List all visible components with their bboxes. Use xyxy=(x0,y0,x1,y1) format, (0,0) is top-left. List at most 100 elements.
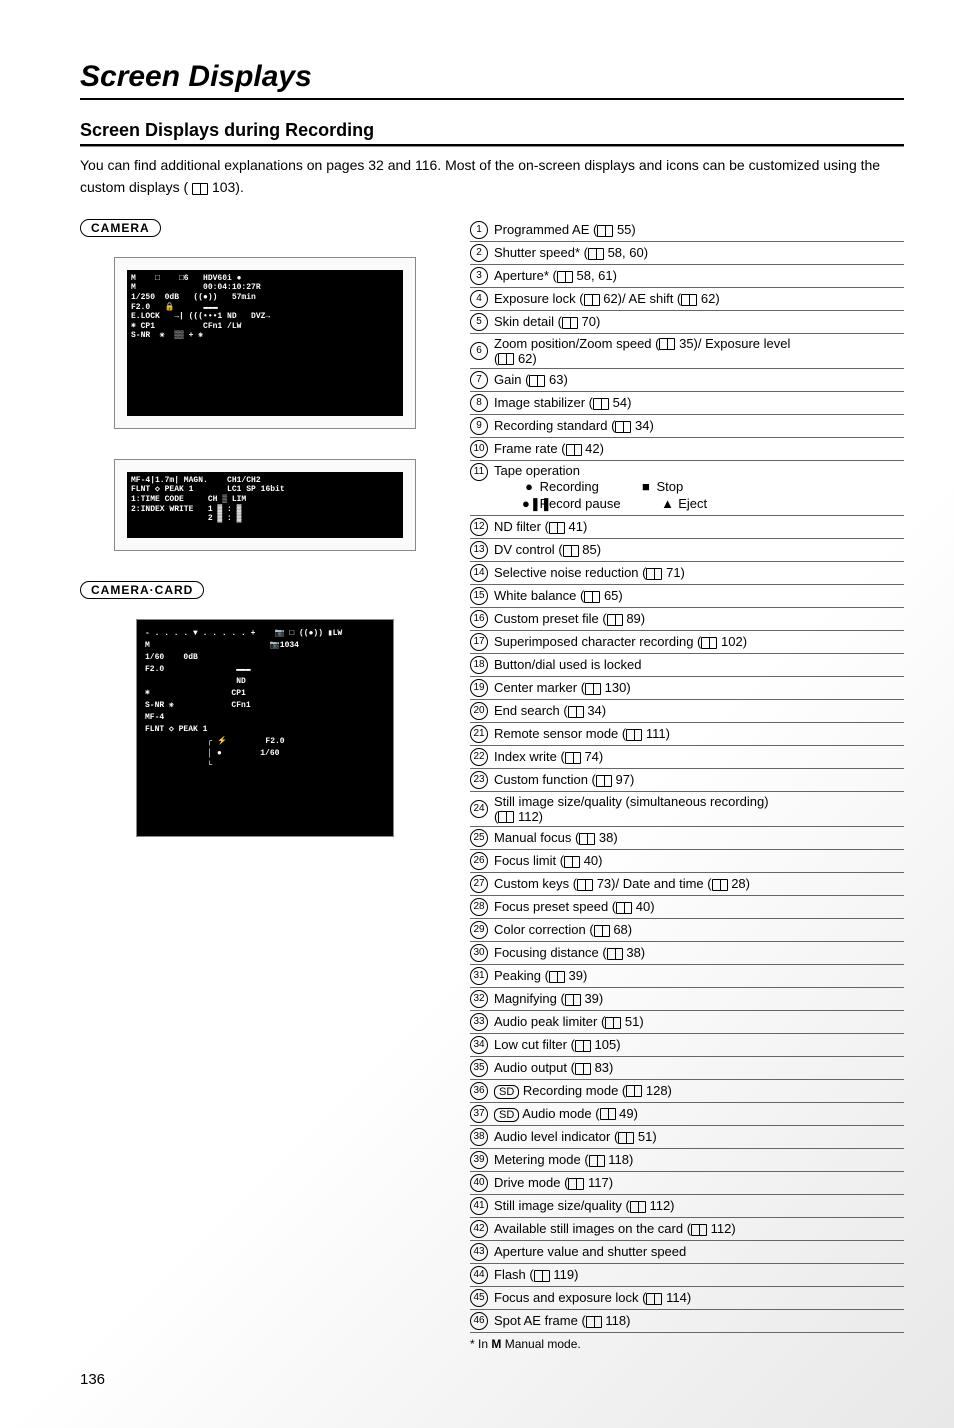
legend-text: Programmed AE ( 55) xyxy=(494,222,636,237)
legend-item: 17Superimposed character recording ( 102… xyxy=(470,631,904,654)
legend-item: 5Skin detail ( 70) xyxy=(470,311,904,334)
legend-item: 40Drive mode ( 117) xyxy=(470,1172,904,1195)
legend-text: End search ( 34) xyxy=(494,703,606,718)
book-icon xyxy=(597,225,613,237)
book-icon xyxy=(549,522,565,534)
legend-text: Audio peak limiter ( 51) xyxy=(494,1014,644,1029)
legend-number: 31 xyxy=(470,967,488,985)
legend-number: 21 xyxy=(470,725,488,743)
book-icon xyxy=(594,925,610,937)
legend-text: Flash ( 119) xyxy=(494,1267,578,1282)
book-icon xyxy=(607,614,623,626)
legend-number: 12 xyxy=(470,518,488,536)
legend-text: Available still images on the card ( 112… xyxy=(494,1221,736,1236)
book-icon xyxy=(568,1178,584,1190)
book-icon xyxy=(579,833,595,845)
legend-number: 32 xyxy=(470,990,488,1008)
legend-number: 22 xyxy=(470,748,488,766)
book-icon xyxy=(584,591,600,603)
book-icon xyxy=(498,811,514,823)
legend-number: 46 xyxy=(470,1312,488,1330)
book-icon xyxy=(549,971,565,983)
legend-text: Color correction ( 68) xyxy=(494,922,632,937)
intro-ref: 103). xyxy=(212,179,244,195)
footnote: * In M Manual mode. xyxy=(470,1337,904,1351)
legend-number: 8 xyxy=(470,394,488,412)
legend-item: 41Still image size/quality ( 112) xyxy=(470,1195,904,1218)
page-number: 136 xyxy=(80,1371,904,1388)
legend-text: Frame rate ( 42) xyxy=(494,441,604,456)
legend-number: 3 xyxy=(470,267,488,285)
legend-item: 25Manual focus ( 38) xyxy=(470,827,904,850)
sd-pill: SD xyxy=(494,1108,519,1122)
legend-number: 18 xyxy=(470,656,488,674)
book-icon xyxy=(565,994,581,1006)
camera-mode-pill: CAMERA xyxy=(80,219,161,237)
legend-number: 45 xyxy=(470,1289,488,1307)
legend-number: 14 xyxy=(470,564,488,582)
legend-text: Button/dial used is locked xyxy=(494,657,641,672)
legend-item: 46 Spot AE frame ( 118) xyxy=(470,1310,904,1333)
book-icon xyxy=(586,1316,602,1328)
diagram2-text: - . . . . ▼ . . . . . + 📷 □ ((●)) ▮LW M … xyxy=(145,628,385,772)
book-icon xyxy=(192,183,208,195)
legend-text: White balance ( 65) xyxy=(494,588,623,603)
legend-number: 24 xyxy=(470,800,488,818)
legend-number: 42 xyxy=(470,1220,488,1238)
legend-item: 29Color correction ( 68) xyxy=(470,919,904,942)
legend-number: 41 xyxy=(470,1197,488,1215)
legend-number: 10 xyxy=(470,440,488,458)
book-icon xyxy=(564,856,580,868)
legend-item: 26Focus limit ( 40) xyxy=(470,850,904,873)
legend-text: Image stabilizer ( 54) xyxy=(494,395,631,410)
tape-recording: Recording xyxy=(540,479,599,494)
legend-item: 12 ND filter ( 41) xyxy=(470,516,904,539)
legend-text: Peaking ( 39) xyxy=(494,968,587,983)
legend-text: DV control ( 85) xyxy=(494,542,601,557)
legend-text: Focus and exposure lock ( 114) xyxy=(494,1290,691,1305)
legend-item: 2Shutter speed* ( 58, 60) xyxy=(470,242,904,265)
book-icon xyxy=(618,1132,634,1144)
book-icon xyxy=(534,1270,550,1282)
legend-text: Remote sensor mode ( 111) xyxy=(494,726,670,741)
legend-list: 1 Programmed AE ( 55) 2Shutter speed* ( 58… xyxy=(470,219,904,1333)
legend-item: 3 Aperture* ( 58, 61) xyxy=(470,265,904,288)
legend-text: Index write ( 74) xyxy=(494,749,603,764)
book-icon xyxy=(565,752,581,764)
legend-number: 40 xyxy=(470,1174,488,1192)
legend-text: Aperture* ( 58, 61) xyxy=(494,268,617,283)
legend-item: 20 End search ( 34) xyxy=(470,700,904,723)
legend-item: 19Center marker ( 130) xyxy=(470,677,904,700)
legend-number: 20 xyxy=(470,702,488,720)
book-icon xyxy=(566,444,582,456)
legend-text: Low cut filter ( 105) xyxy=(494,1037,621,1052)
legend-text: Focusing distance ( 38) xyxy=(494,945,645,960)
book-icon xyxy=(585,683,601,695)
book-icon xyxy=(626,1085,642,1097)
legend-text: Spot AE frame ( 118) xyxy=(494,1313,630,1328)
book-icon xyxy=(626,729,642,741)
legend-item: 35Audio output ( 83) xyxy=(470,1057,904,1080)
legend-text: Exposure lock ( 62)/ AE shift ( 62) xyxy=(494,291,720,306)
legend-text: Custom function ( 97) xyxy=(494,772,634,787)
book-icon xyxy=(498,353,514,365)
camera-card-osd-diagram: - . . . . ▼ . . . . . + 📷 □ ((●)) ▮LW M … xyxy=(136,619,394,837)
tape-operations: ● Recording■ Stop●❚❚ Record pause▲ Eject xyxy=(494,478,904,513)
page-title: Screen Displays xyxy=(80,60,904,100)
book-icon xyxy=(562,317,578,329)
legend-text: ND filter ( 41) xyxy=(494,519,587,534)
section-title: Screen Displays during Recording xyxy=(80,120,904,146)
camera-osd-diagram: M □ □6 HDV60i ● M 00:04:10:27R 1/250 0dB… xyxy=(114,257,416,429)
legend-item: 32Magnifying ( 39) xyxy=(470,988,904,1011)
legend-text: Zoom position/Zoom speed ( 35)/ Exposure… xyxy=(494,336,790,366)
legend-text: Selective noise reduction ( 71) xyxy=(494,565,685,580)
legend-text: Audio output ( 83) xyxy=(494,1060,613,1075)
book-icon xyxy=(575,1040,591,1052)
legend-item: 8 Image stabilizer ( 54) xyxy=(470,392,904,415)
legend-number: 36 xyxy=(470,1082,488,1100)
legend-number: 1 xyxy=(470,221,488,239)
book-icon xyxy=(557,271,573,283)
legend-number: 5 xyxy=(470,313,488,331)
legend-number: 43 xyxy=(470,1243,488,1261)
legend-number: 30 xyxy=(470,944,488,962)
